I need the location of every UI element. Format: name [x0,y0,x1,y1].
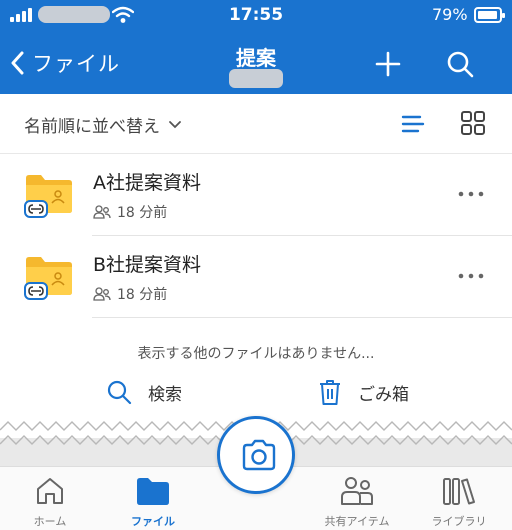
more-options-icon[interactable] [456,184,486,204]
item-meta: 18 分前 [93,202,167,222]
page-title: 提案 [236,46,276,70]
item-name: A社提案資料 [93,172,201,194]
battery-percent: 79% [432,5,468,24]
tab-home[interactable]: ホーム [5,467,95,530]
sort-label: 名前順に並べ替え [24,117,160,137]
folder-icon [137,478,169,505]
item-modified: 18 分前 [117,205,168,221]
search-button[interactable]: 検索 [106,376,182,408]
subtitle-redacted [229,69,283,88]
shared-people-icon [341,477,373,505]
tab-files-label: ファイル [131,515,175,528]
shared-people-icon [93,287,111,301]
tab-library[interactable]: ライブラリ [414,467,504,530]
trash-button-label: ごみ箱 [358,384,409,405]
shared-folder-icon [24,257,72,300]
tab-home-label: ホーム [33,515,67,528]
battery-icon [474,7,505,23]
tab-files[interactable]: ファイル [108,467,198,530]
camera-button[interactable] [217,416,295,494]
library-icon [443,478,475,505]
navigation-bar: ファイル 提案 [0,30,512,94]
grid-view-icon[interactable] [460,110,486,136]
empty-note: 表示する他のファイルはありません... [137,346,375,362]
search-button-label: 検索 [148,384,182,405]
home-icon [37,478,63,504]
chevron-down-icon [169,120,181,128]
trash-icon [320,380,340,405]
sort-dropdown[interactable]: 名前順に並べ替え [24,112,182,137]
search-icon[interactable] [446,50,474,78]
trash-button[interactable]: ごみ箱 [318,376,409,408]
more-options-icon[interactable] [456,266,486,286]
item-modified: 18 分前 [117,287,168,303]
top-bar: 17:55 79% ファイル 提案 [0,0,512,94]
item-name: B社提案資料 [93,254,202,276]
list-view-icon[interactable] [400,111,426,137]
list-item[interactable]: A社提案資料 18 分前 [0,154,512,236]
add-icon[interactable] [374,50,402,78]
camera-icon [242,439,276,471]
list-item[interactable]: B社提案資料 18 分前 [0,236,512,318]
tab-shared[interactable]: 共有アイテム [312,467,402,530]
tab-shared-label: 共有アイテム [324,515,390,528]
tab-library-label: ライブラリ [431,515,487,528]
shared-folder-icon [24,175,72,218]
item-meta: 18 分前 [93,284,167,304]
shared-people-icon [93,205,111,219]
search-icon [107,380,132,405]
status-bar: 17:55 79% [0,0,512,30]
sort-toolbar: 名前順に並べ替え [0,94,512,154]
